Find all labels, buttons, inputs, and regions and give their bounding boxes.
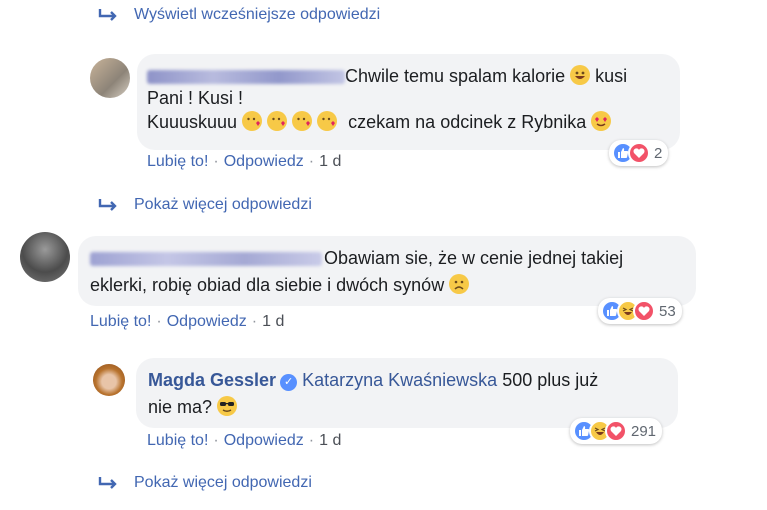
like-button[interactable]: Lubię to! bbox=[147, 153, 208, 171]
heart-eyes-emoji-icon bbox=[591, 111, 612, 131]
laughing-emoji-icon bbox=[570, 65, 591, 85]
disappointed-emoji-icon bbox=[449, 274, 470, 294]
reactions-summary[interactable]: 53 bbox=[598, 298, 682, 324]
comment-actions: Lubię to! · Odpowiedz · 1 d bbox=[90, 313, 284, 331]
comment-bubble: Chwile temu spalam kalorie kusi Pani ! K… bbox=[137, 54, 680, 150]
separator-dot: · bbox=[156, 313, 162, 330]
show-earlier-replies-link[interactable]: Wyświetl wcześniejsze odpowiedzi bbox=[96, 6, 380, 24]
comment-text-line2: nie ma? bbox=[148, 397, 213, 417]
verified-badge-icon: ✓ bbox=[280, 373, 298, 391]
avatar[interactable] bbox=[90, 58, 130, 98]
kissing-heart-emoji-icon bbox=[267, 111, 288, 131]
separator-dot: · bbox=[251, 313, 258, 330]
show-more-label: Pokaż więcej odpowiedzi bbox=[134, 474, 312, 491]
separator-dot: · bbox=[308, 153, 315, 170]
comment-text-line3a: Kuuuskuuu bbox=[147, 112, 238, 132]
like-button[interactable]: Lubię to! bbox=[147, 432, 208, 450]
separator-dot: · bbox=[213, 432, 219, 449]
comment-text-line3b: czekam na odcinek z Rybnika bbox=[348, 112, 587, 132]
author-name[interactable]: Magda Gessler bbox=[148, 370, 276, 390]
separator-dot: · bbox=[308, 432, 315, 449]
reply-button[interactable]: Odpowiedz bbox=[224, 432, 304, 450]
reply-arrow-icon bbox=[98, 477, 117, 489]
commenter-name-blurred[interactable] bbox=[147, 70, 345, 85]
avatar[interactable] bbox=[93, 364, 125, 396]
comment-text: Chwile temu spalam kalorie bbox=[345, 66, 566, 86]
comment-text: Obawiam sie, że w cenie jednej takiej bbox=[324, 248, 624, 268]
sunglasses-emoji-icon bbox=[217, 396, 238, 416]
kissing-heart-emoji-icon bbox=[242, 111, 263, 131]
timestamp[interactable]: 1 d bbox=[319, 153, 341, 171]
reply-button[interactable]: Odpowiedz bbox=[167, 313, 247, 331]
comment-actions: Lubię to! · Odpowiedz · 1 d bbox=[147, 432, 341, 450]
timestamp[interactable]: 1 d bbox=[319, 432, 341, 450]
comment-text: 500 plus już bbox=[502, 370, 599, 390]
tagged-user-link[interactable]: Katarzyna Kwaśniewska bbox=[302, 370, 497, 390]
show-more-replies-link[interactable]: Pokaż więcej odpowiedzi bbox=[96, 474, 312, 492]
reply-arrow-icon bbox=[98, 199, 117, 211]
love-reaction-icon bbox=[628, 142, 650, 164]
comment-text-end: kusi bbox=[595, 66, 628, 86]
reply-arrow-icon bbox=[98, 9, 117, 21]
comment-actions: Lubię to! · Odpowiedz · 1 d bbox=[147, 153, 341, 171]
separator-dot: · bbox=[213, 153, 219, 170]
like-button[interactable]: Lubię to! bbox=[90, 313, 151, 331]
show-earlier-label: Wyświetl wcześniejsze odpowiedzi bbox=[134, 6, 381, 23]
reactions-summary[interactable]: 291 bbox=[570, 418, 663, 444]
reaction-count: 291 bbox=[631, 422, 657, 440]
reaction-count: 2 bbox=[654, 144, 663, 162]
comment-bubble: Obawiam sie, że w cenie jednej takiej ek… bbox=[78, 236, 696, 306]
commenter-name-blurred[interactable] bbox=[90, 252, 322, 267]
reply-button[interactable]: Odpowiedz bbox=[224, 153, 304, 171]
comment-text-line2: eklerki, robię obiad dla siebie i dwóch … bbox=[90, 275, 445, 295]
timestamp[interactable]: 1 d bbox=[262, 313, 284, 331]
kissing-heart-emoji-icon bbox=[292, 111, 313, 131]
avatar[interactable] bbox=[20, 232, 70, 282]
reactions-summary[interactable]: 2 bbox=[609, 140, 669, 166]
reaction-count: 53 bbox=[659, 302, 676, 320]
love-reaction-icon bbox=[633, 300, 655, 322]
kissing-heart-emoji-icon bbox=[317, 111, 338, 131]
love-reaction-icon bbox=[605, 420, 627, 442]
show-more-replies-link[interactable]: Pokaż więcej odpowiedzi bbox=[96, 196, 312, 214]
show-more-label: Pokaż więcej odpowiedzi bbox=[134, 196, 312, 213]
